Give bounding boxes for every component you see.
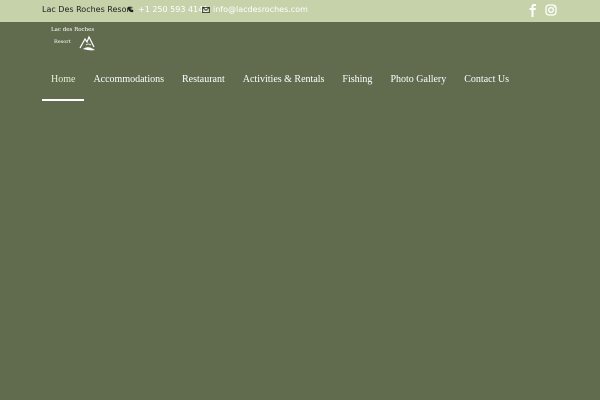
active-underline [42, 99, 85, 101]
top-bar: Lac Des Roches Resort +1 250 593 4141 in… [0, 0, 600, 22]
phone-number: +1 250 593 4141 [138, 5, 209, 14]
phone-icon [127, 6, 134, 13]
nav-item-label: Activities & Rentals [242, 74, 325, 85]
nav-item-accommodations[interactable]: Accommodations [84, 60, 173, 102]
nav-item-label: Restaurant [182, 74, 225, 85]
email-contact[interactable]: info@lacdesroches.com [202, 5, 308, 14]
facebook-icon[interactable] [528, 4, 537, 19]
email-address: info@lacdesroches.com [213, 5, 308, 14]
mountain-logo-icon [79, 35, 97, 56]
phone-contact[interactable]: +1 250 593 4141 [127, 5, 208, 14]
nav-item-home[interactable]: Home [42, 60, 85, 102]
nav-item-fishing[interactable]: Fishing [333, 60, 381, 102]
nav-item-label: Home [51, 74, 76, 85]
nav-item-label: Photo Gallery [390, 74, 447, 85]
logo-text-line2: Resort [54, 39, 71, 45]
nav-item-label: Fishing [342, 74, 373, 85]
hero-section [0, 102, 600, 400]
nav-item-restaurant[interactable]: Restaurant [173, 60, 234, 102]
site-logo[interactable]: Lac des Roches Resort [50, 27, 98, 53]
resort-name: Lac Des Roches Resort [42, 5, 133, 14]
main-navigation: Home Accommodations Restaurant Activitie… [42, 60, 518, 102]
logo-text-line1: Lac des Roches [51, 27, 95, 33]
envelope-icon [202, 6, 210, 13]
nav-item-contact-us[interactable]: Contact Us [455, 60, 518, 102]
nav-item-label: Contact Us [464, 74, 509, 85]
instagram-icon[interactable] [545, 4, 557, 18]
nav-item-label: Accommodations [93, 74, 164, 85]
nav-item-photo-gallery[interactable]: Photo Gallery [381, 60, 455, 102]
nav-item-activities-rentals[interactable]: Activities & Rentals [234, 60, 334, 102]
